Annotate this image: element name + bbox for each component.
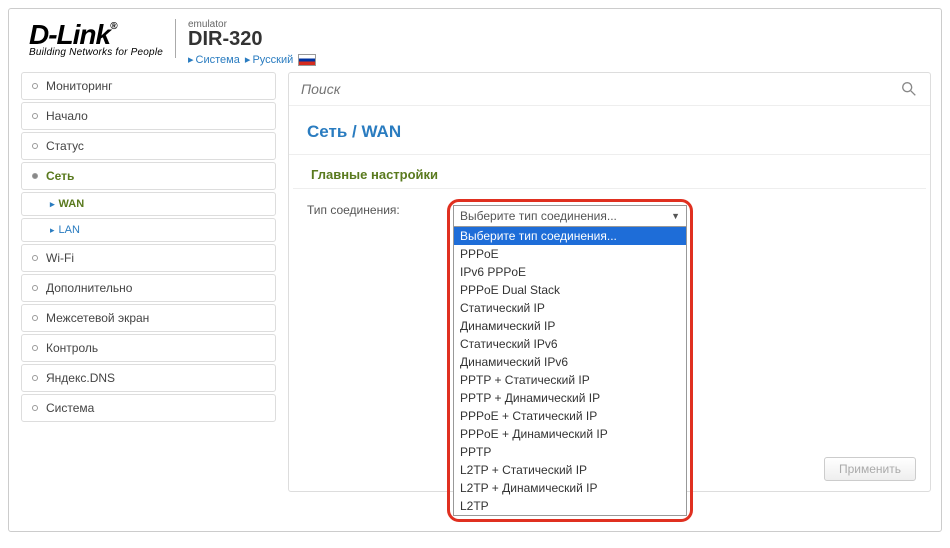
model-info: emulator DIR-320 ▸Система ▸Русский (176, 19, 316, 66)
sidebar-item-статус[interactable]: Статус (21, 132, 276, 160)
header: D-Link® Building Networks for People emu… (9, 9, 941, 72)
connection-type-label: Тип соединения: (307, 199, 447, 217)
breadcrumb: Сеть / WAN (289, 106, 930, 155)
bullet-icon (32, 173, 38, 179)
highlight-annotation: Выберите тип соединения... ▼ Выберите ти… (447, 199, 693, 522)
sidebar-subitem-lan[interactable]: ▸LAN (21, 218, 276, 242)
bullet-icon (32, 143, 38, 149)
dropdown-option[interactable]: IPv6 PPPoE (454, 263, 686, 281)
sidebar-item-label: Wi-Fi (46, 251, 74, 265)
sidebar-item-контроль[interactable]: Контроль (21, 334, 276, 362)
dropdown-option[interactable]: PPPoE + Динамический IP (454, 425, 686, 443)
sidebar-item-label: Контроль (46, 341, 98, 355)
sidebar-item-сеть[interactable]: Сеть (21, 162, 276, 190)
dropdown-option[interactable]: L2TP + Динамический IP (454, 479, 686, 497)
sidebar-item-система[interactable]: Система (21, 394, 276, 422)
connection-type-dropdown[interactable]: Выберите тип соединения... ▼ Выберите ти… (453, 205, 687, 516)
dropdown-option[interactable]: Выберите тип соединения... (454, 227, 686, 245)
bullet-icon (32, 83, 38, 89)
dropdown-option[interactable]: L2TP + Статический IP (454, 461, 686, 479)
model-name: DIR-320 (188, 28, 316, 51)
sidebar-item-дополнительно[interactable]: Дополнительно (21, 274, 276, 302)
bullet-icon (32, 113, 38, 119)
sidebar-item-label: Система (46, 401, 94, 415)
sidebar-subitem-wan[interactable]: ▸WAN (21, 192, 276, 216)
dropdown-option[interactable]: PPTP (454, 443, 686, 461)
dropdown-button[interactable]: Выберите тип соединения... ▼ (453, 205, 687, 227)
sidebar-item-label: Статус (46, 139, 84, 153)
dropdown-option[interactable]: PPPoE + Статический IP (454, 407, 686, 425)
sidebar-item-label: Сеть (46, 169, 74, 183)
search-input[interactable] (301, 79, 900, 99)
dropdown-option[interactable]: Динамический IP (454, 317, 686, 335)
sidebar: Мониторинг Начало Статус Сеть ▸WAN▸LAN Wi-Fi Д… (21, 72, 276, 492)
dropdown-option[interactable]: PPTP + Динамический IP (454, 389, 686, 407)
dropdown-option[interactable]: Статический IP (454, 299, 686, 317)
bullet-icon (32, 285, 38, 291)
dropdown-option[interactable]: Статический IPv6 (454, 335, 686, 353)
sidebar-item-label: Яндекс.DNS (46, 371, 115, 385)
bullet-icon (32, 315, 38, 321)
dropdown-option[interactable]: PPPoE (454, 245, 686, 263)
sidebar-item-label: Межсетевой экран (46, 311, 149, 325)
sidebar-item-label: Начало (46, 109, 88, 123)
dropdown-option[interactable]: PPPoE Dual Stack (454, 281, 686, 299)
apply-button[interactable]: Применить (824, 457, 916, 481)
sidebar-item-межсетевой экран[interactable]: Межсетевой экран (21, 304, 276, 332)
arrow-right-icon: ▸ (50, 199, 55, 209)
bullet-icon (32, 255, 38, 261)
search-bar (289, 73, 930, 106)
logo: D-Link® Building Networks for People (29, 19, 176, 58)
bullet-icon (32, 405, 38, 411)
section-title: Главные настройки (293, 155, 926, 189)
sidebar-item-мониторинг[interactable]: Мониторинг (21, 72, 276, 100)
sidebar-item-яндекс.dns[interactable]: Яндекс.DNS (21, 364, 276, 392)
dropdown-option[interactable]: Динамический IPv6 (454, 353, 686, 371)
bullet-icon (32, 375, 38, 381)
dropdown-list: Выберите тип соединения...PPPoEIPv6 PPPo… (453, 227, 687, 516)
lang-breadcrumb[interactable]: ▸Система ▸Русский (188, 53, 316, 66)
sidebar-item-начало[interactable]: Начало (21, 102, 276, 130)
dropdown-option[interactable]: L2TP (454, 497, 686, 515)
dropdown-option[interactable]: PPTP + Статический IP (454, 371, 686, 389)
chevron-down-icon: ▼ (671, 211, 680, 221)
bullet-icon (32, 345, 38, 351)
arrow-right-icon: ▸ (50, 225, 55, 235)
sidebar-item-label: Дополнительно (46, 281, 132, 295)
flag-russia-icon (298, 54, 316, 66)
main-panel: Сеть / WAN Главные настройки Тип соедине… (288, 72, 931, 492)
search-icon[interactable] (900, 80, 918, 98)
sidebar-item-label: Мониторинг (46, 79, 113, 93)
sidebar-item-wi-fi[interactable]: Wi-Fi (21, 244, 276, 272)
